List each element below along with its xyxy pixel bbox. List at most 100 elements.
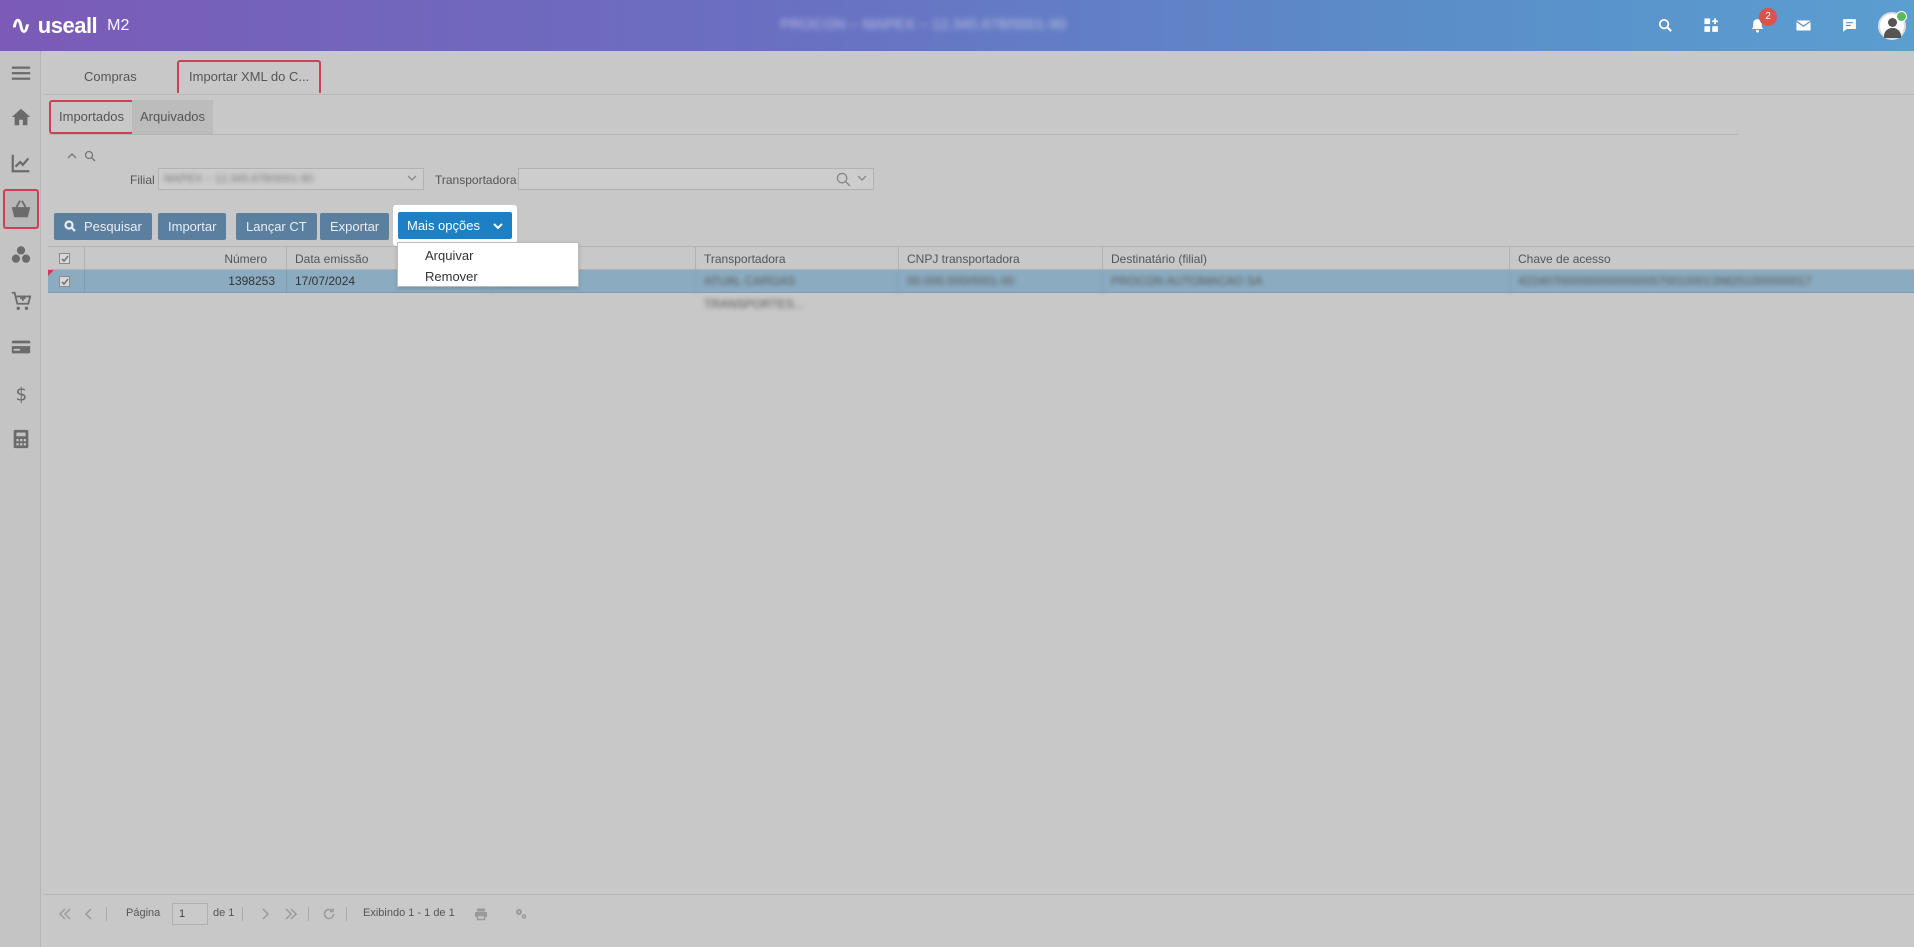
menu-item-arquivar[interactable]: Arquivar (425, 248, 473, 263)
column-destinatario[interactable]: Destinatário (filial) (1102, 247, 1509, 271)
main-tabbar: Compras Importar XML do C... (44, 51, 1914, 95)
tab-importar-xml[interactable]: Importar XML do C... (177, 60, 322, 93)
column-transportadora[interactable]: Transportadora (695, 247, 898, 271)
top-bar: ∿ useall M2 PROCON – MAPEX – 12.345.678/… (0, 0, 1914, 51)
calculator-icon (13, 429, 29, 449)
filial-value: MAPEX – 12.345.678/0001-90 (164, 173, 314, 185)
search-icon (1658, 18, 1672, 32)
sidebar-item-home[interactable] (3, 97, 39, 137)
hamburger-icon (11, 66, 31, 80)
select-all-checkbox[interactable] (59, 253, 70, 264)
grid-header: Número Data emissão Data entrada Transpo… (48, 246, 1914, 271)
filial-select[interactable]: MAPEX – 12.345.678/0001-90 (158, 168, 424, 190)
cell-numero: 1398253 (84, 270, 286, 293)
mail-icon (1795, 20, 1811, 31)
separator (308, 907, 309, 921)
subtab-arquivados[interactable]: Arquivados (132, 100, 214, 134)
notifications-button[interactable]: 2 (1734, 0, 1780, 51)
next-page-icon[interactable] (258, 907, 272, 921)
notification-badge: 2 (1759, 8, 1777, 26)
separator (346, 907, 347, 921)
lancar-ct-button[interactable]: Lançar CT (236, 213, 317, 240)
cell-transportadora: ATUAL CARGAS TRANSPORTES... (695, 270, 898, 311)
mais-opcoes-highlight: Mais opções (393, 205, 517, 246)
chevron-down-icon (407, 175, 417, 181)
print-icon[interactable] (474, 907, 488, 921)
avatar-body (1884, 27, 1901, 38)
credit-card-icon (11, 340, 31, 354)
exportar-button[interactable]: Exportar (320, 213, 390, 240)
user-avatar[interactable] (1878, 10, 1907, 40)
sidebar-item-contabil[interactable] (3, 419, 39, 459)
filter-toggle[interactable] (66, 150, 96, 162)
sidebar-item-cartoes[interactable] (3, 327, 39, 367)
mail-button[interactable] (1780, 0, 1826, 51)
importar-button[interactable]: Importar (158, 213, 227, 240)
column-cnpj-transportadora[interactable]: CNPJ transportadora (898, 247, 1102, 271)
row-checkbox[interactable] (59, 276, 70, 287)
table-row[interactable]: 1398253 17/07/2024 18/07/2024 ATUAL CARG… (48, 270, 1914, 311)
svg-text:$: $ (16, 384, 28, 404)
basket-icon (11, 200, 31, 218)
cell-destinatario: PROCON AUTOMACAO SA (1102, 270, 1509, 293)
menu-toggle-button[interactable] (3, 53, 39, 93)
avatar-head (1888, 17, 1897, 27)
cell-chave: 4224070000000000000057001000139825100000… (1509, 270, 1914, 293)
pesquisar-button[interactable]: Pesquisar (54, 213, 152, 240)
first-page-icon[interactable] (58, 907, 72, 921)
chart-line-icon (11, 154, 30, 173)
pagination-bar: Página 1 de 1 Exibindo 1 - 1 de 1 (44, 894, 1914, 932)
separator (106, 907, 107, 921)
search-icon (64, 220, 76, 232)
sidebar-item-estoque[interactable] (3, 235, 39, 275)
logo-mark-icon: ∿ (10, 11, 32, 41)
logo-text: useall (37, 13, 98, 38)
transportadora-label: Transportadora (435, 173, 517, 187)
row-dirty-marker (48, 270, 54, 276)
separator (242, 907, 243, 921)
filial-label: Filial (130, 173, 155, 187)
column-chave-acesso[interactable]: Chave de acesso (1509, 247, 1914, 271)
cell-cnpj: 00.000.000/0001-00 (898, 270, 1102, 293)
chevron-down-icon (857, 175, 867, 181)
logo-suffix: M2 (107, 17, 130, 34)
pesquisar-label: Pesquisar (84, 219, 142, 234)
chevron-down-icon (493, 223, 503, 230)
boxes-icon (11, 246, 31, 263)
transportadora-select[interactable] (518, 168, 874, 190)
mais-opcoes-menu: Arquivar Remover (397, 242, 579, 287)
sub-tabbar: Importados Arquivados (48, 100, 1738, 135)
settings-icon[interactable] (514, 907, 528, 921)
chat-icon (1842, 19, 1856, 32)
previous-page-icon[interactable] (82, 907, 96, 921)
app-logo[interactable]: ∿ useall M2 (10, 11, 130, 41)
subtab-importados[interactable]: Importados (49, 100, 135, 134)
chat-button[interactable] (1826, 0, 1872, 51)
sidebar-item-vendas[interactable] (3, 281, 39, 321)
search-icon (84, 150, 96, 162)
sidebar-item-financeiro[interactable]: $ (3, 373, 39, 413)
page-total-label: de 1 (213, 907, 235, 919)
company-title: PROCON – MAPEX – 12.345.678/0001-90 (780, 16, 1066, 33)
refresh-icon[interactable] (322, 907, 336, 921)
grid-plus-icon (1703, 18, 1718, 32)
page-number-input[interactable]: 1 (172, 903, 208, 925)
mais-opcoes-button[interactable]: Mais opções (398, 212, 512, 239)
record-count-label: Exibindo 1 - 1 de 1 (363, 907, 455, 919)
dollar-icon: $ (16, 384, 28, 404)
mais-opcoes-label: Mais opções (407, 218, 480, 233)
column-numero[interactable]: Número (84, 247, 286, 271)
search-icon[interactable] (836, 172, 851, 187)
check-icon (61, 255, 69, 263)
check-icon (61, 278, 69, 286)
apps-button[interactable] (1688, 0, 1734, 51)
cart-plus-icon (11, 291, 32, 310)
last-page-icon[interactable] (284, 907, 298, 921)
pagina-label: Página (126, 907, 161, 919)
sidebar-item-compras[interactable] (3, 189, 39, 229)
sidebar-item-dashboard[interactable] (3, 143, 39, 183)
search-button[interactable] (1642, 0, 1688, 51)
tab-compras[interactable]: Compras (74, 60, 147, 93)
home-icon (11, 108, 31, 126)
menu-item-remover[interactable]: Remover (425, 269, 478, 284)
